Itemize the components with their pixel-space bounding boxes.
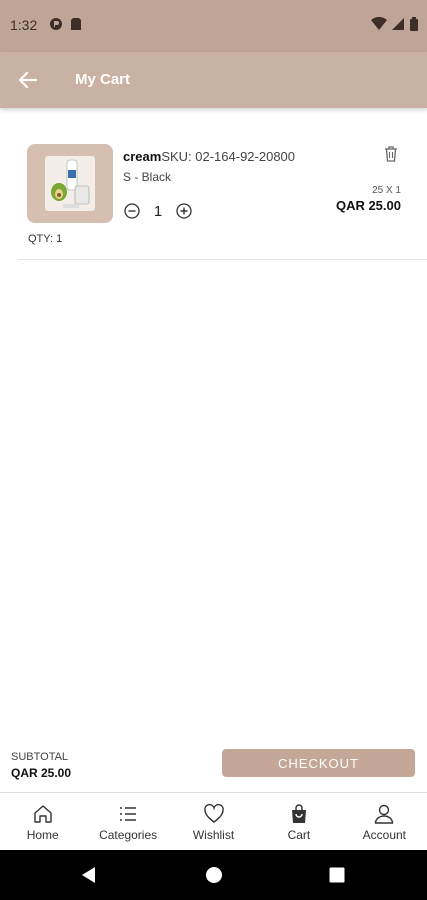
- cart-item: QTY: 1 creamSKU: 02-164-92-20800 S - Bla…: [18, 132, 427, 260]
- home-circle-icon[interactable]: [205, 866, 223, 884]
- checkout-button[interactable]: CHECKOUT: [222, 749, 415, 777]
- nav-label-categories: Categories: [99, 828, 158, 842]
- recents-square-icon[interactable]: [328, 866, 346, 884]
- cart-summary: SUBTOTAL QAR 25.00 CHECKOUT: [0, 740, 427, 790]
- cart-bag-icon: [291, 804, 306, 823]
- subtotal-label: SUBTOTAL: [11, 751, 69, 763]
- product-image[interactable]: [27, 144, 113, 223]
- nav-item-home[interactable]: Home: [0, 793, 85, 850]
- subtotal-value: QAR 25.00: [11, 766, 72, 780]
- signal-icon: [392, 18, 404, 30]
- product-photo-icon: [51, 159, 90, 208]
- notification-app-icon: [50, 18, 62, 30]
- back-triangle-icon[interactable]: [80, 866, 98, 884]
- quantity-value: 1: [153, 202, 163, 220]
- item-price: QAR 25.00: [335, 198, 401, 213]
- product-sku: SKU: 02-164-92-20800: [161, 149, 296, 164]
- bottom-nav: Home Categories Wishlist Cart Account: [0, 792, 427, 850]
- battery-icon: [410, 17, 418, 31]
- product-variant: S - Black: [123, 170, 172, 184]
- page-title: My Cart: [75, 71, 131, 88]
- qty-label: QTY: 1: [28, 233, 63, 245]
- trash-icon: [385, 146, 397, 162]
- increase-quantity-button[interactable]: [175, 202, 193, 220]
- nav-label-wishlist: Wishlist: [192, 828, 235, 842]
- nav-label-home: Home: [26, 828, 59, 842]
- status-bar: 1:32: [0, 0, 427, 52]
- system-nav-bar: [0, 850, 427, 900]
- sd-card-icon: [71, 18, 81, 30]
- decrease-quantity-button[interactable]: [123, 202, 141, 220]
- minus-circle-icon: [124, 203, 140, 219]
- delete-item-button[interactable]: [383, 145, 403, 165]
- plus-circle-icon: [176, 203, 192, 219]
- status-time: 1:32: [10, 17, 38, 33]
- unit-price-line: 25 X 1: [372, 185, 401, 196]
- nav-item-categories[interactable]: Categories: [85, 793, 170, 850]
- nav-label-account: Account: [362, 828, 406, 842]
- home-icon: [34, 805, 52, 823]
- heart-icon: [203, 803, 224, 823]
- product-name[interactable]: cream: [123, 149, 161, 164]
- back-button[interactable]: [12, 64, 44, 96]
- wifi-icon: [371, 17, 387, 30]
- quantity-stepper: 1: [123, 202, 193, 220]
- nav-item-account[interactable]: Account: [342, 793, 427, 850]
- nav-item-wishlist[interactable]: Wishlist: [171, 793, 256, 850]
- nav-item-cart[interactable]: Cart: [256, 793, 341, 850]
- arrow-left-icon: [18, 71, 38, 89]
- user-icon: [375, 804, 394, 824]
- nav-label-cart: Cart: [287, 828, 311, 842]
- app-bar: My Cart: [0, 52, 427, 108]
- list-icon: [120, 807, 137, 821]
